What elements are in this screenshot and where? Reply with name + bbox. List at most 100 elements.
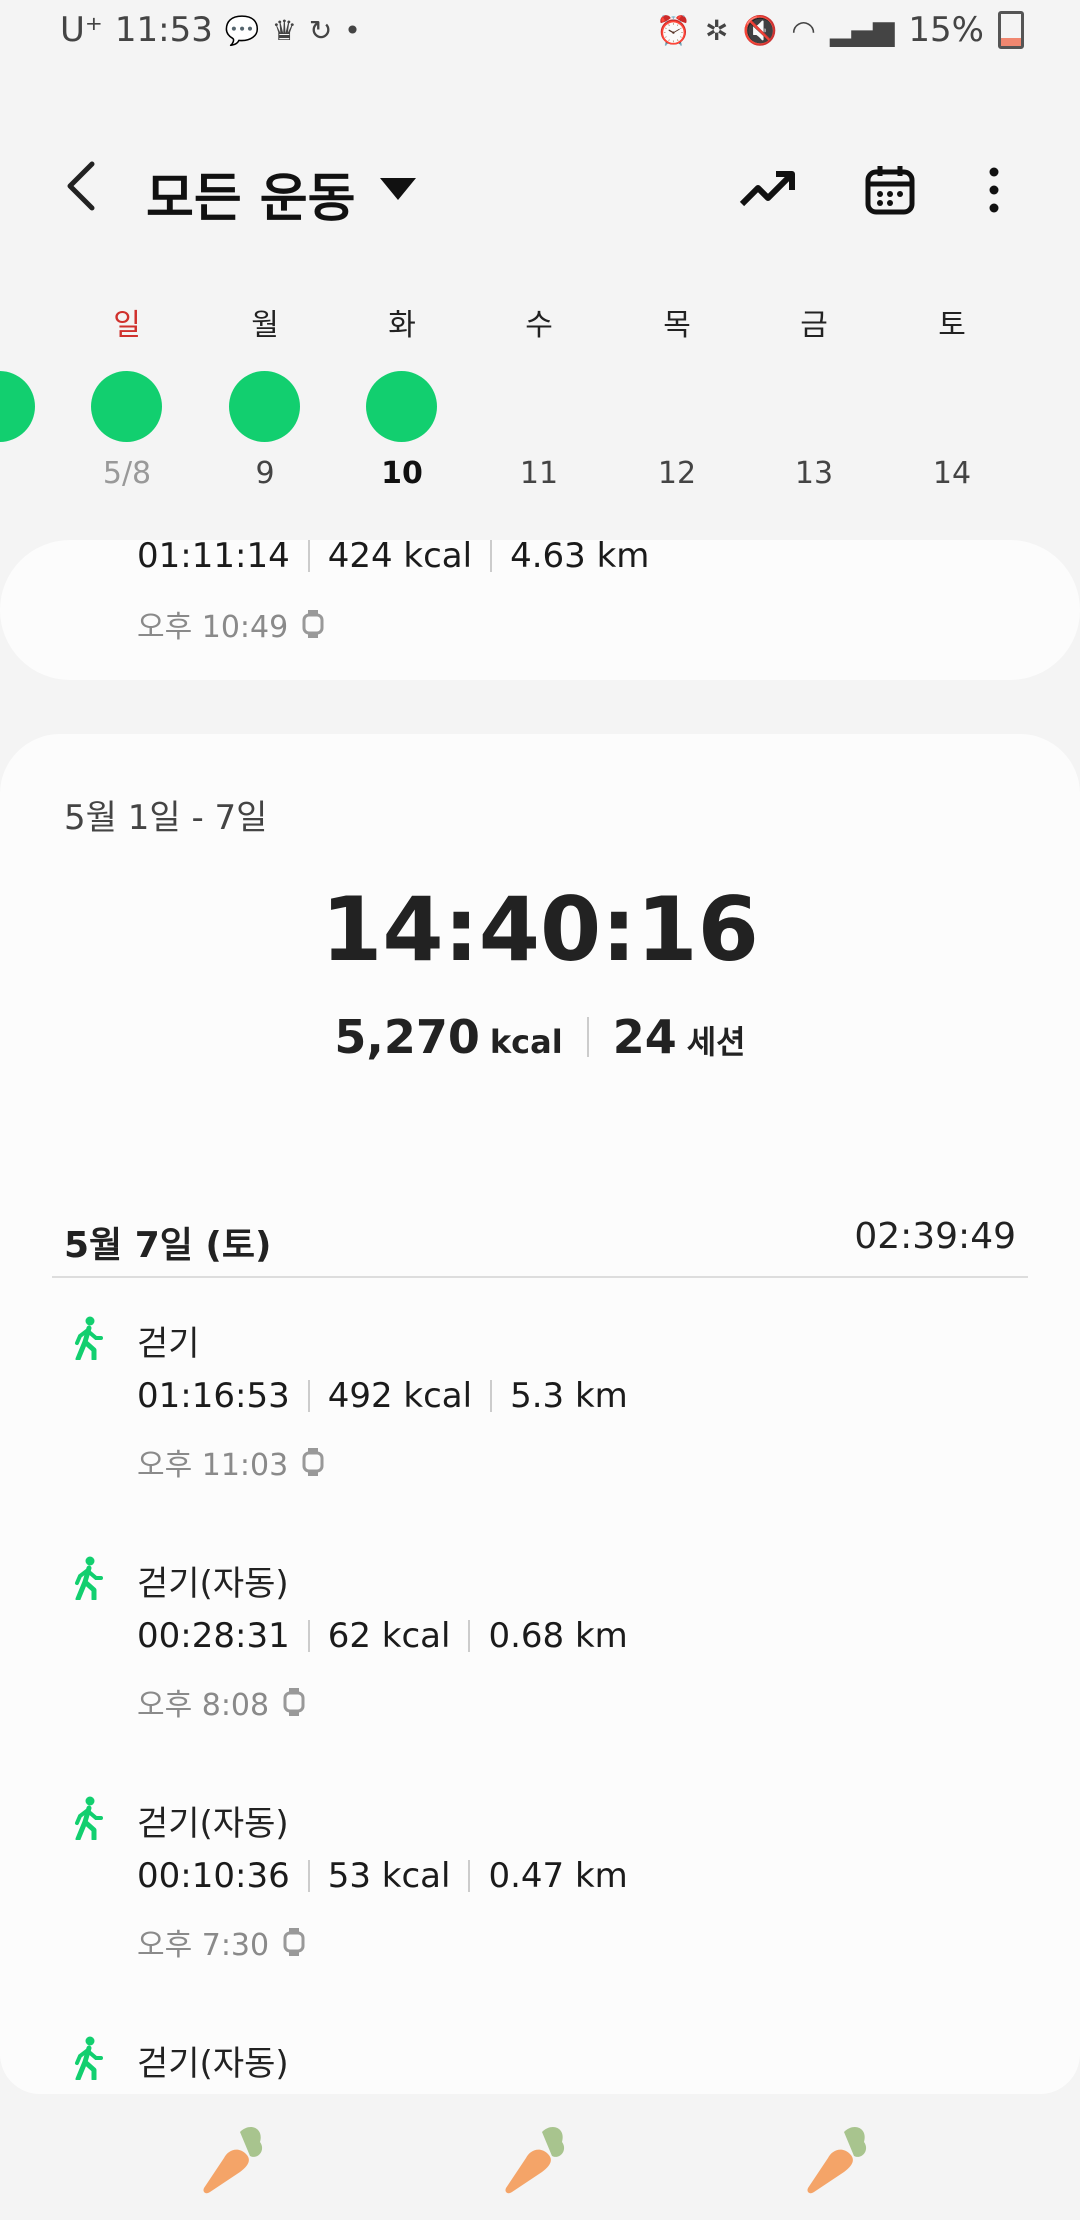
- entry-kcal: 492 kcal: [327, 1376, 473, 1416]
- day-group-total: 02:39:49: [854, 1216, 1016, 1257]
- entry-subline: 오후 10:49: [137, 602, 324, 646]
- entry-distance: 0.68 km: [488, 1616, 628, 1656]
- carrot-icon[interactable]: [496, 2120, 576, 2200]
- stat-separator: [490, 540, 493, 572]
- prev-day-dot[interactable]: [0, 371, 35, 442]
- entry-time: 오후 8:08: [137, 1688, 270, 1723]
- watch-icon: [302, 1448, 324, 1476]
- entry-duration: 00:28:31: [137, 1616, 290, 1656]
- entry-distance: 4.63 km: [510, 536, 650, 576]
- exercise-name: 걷기(자동): [137, 2044, 289, 2084]
- stat-separator: [307, 540, 310, 572]
- mute-icon: 🔇: [742, 13, 778, 47]
- entry-subline: 오후 7:30: [137, 1920, 305, 1964]
- carrier-label: U⁺: [60, 10, 103, 50]
- divider: [52, 1276, 1028, 1278]
- exercise-name: 걷기(자동): [137, 1564, 289, 1604]
- day-number[interactable]: 13: [764, 456, 864, 491]
- sync-icon: ↻: [308, 13, 333, 47]
- entry-distance: 0.47 km: [488, 1856, 628, 1896]
- walk-icon: [75, 1316, 103, 1360]
- day-number[interactable]: 14: [902, 456, 1002, 491]
- entry-distance: 5.3 km: [510, 1376, 628, 1416]
- day-activity-dot[interactable]: [229, 371, 300, 442]
- entry-kcal: 424 kcal: [327, 536, 473, 576]
- entry-kcal: 53 kcal: [327, 1856, 451, 1896]
- stat-separator: [307, 1620, 310, 1652]
- back-arrow-icon[interactable]: [58, 156, 108, 216]
- wifi-icon: ◠: [791, 13, 816, 47]
- weekday-label: 목: [663, 308, 691, 343]
- page-title[interactable]: 모든 운동: [146, 156, 355, 231]
- carrot-icon[interactable]: [194, 2120, 274, 2200]
- day-number-today[interactable]: 10: [352, 456, 452, 491]
- watch-icon: [283, 1928, 305, 1956]
- sessions-unit: 세션: [686, 1023, 746, 1061]
- weekday-label: 토: [938, 308, 966, 343]
- calendar-icon[interactable]: [860, 160, 920, 220]
- app-header: 모든 운동: [0, 140, 1080, 240]
- walk-icon: [75, 1556, 103, 1600]
- watch-icon: [302, 610, 324, 638]
- weekday-label: 일: [113, 308, 141, 343]
- entry-subline: 오후 11:03: [137, 1440, 324, 1484]
- entry-time: 오후 7:30: [137, 1928, 270, 1963]
- watch-icon: [283, 1688, 305, 1716]
- entry-duration: 01:16:53: [137, 1376, 290, 1416]
- walk-icon: [75, 2036, 103, 2080]
- carrot-icon[interactable]: [798, 2120, 878, 2200]
- day-number[interactable]: 9: [215, 456, 315, 491]
- total-duration: 14:40:16: [321, 878, 759, 981]
- stat-separator: [468, 1620, 471, 1652]
- stat-separator: [307, 1860, 310, 1892]
- crown-icon: ♛: [271, 13, 297, 47]
- entry-kcal: 62 kcal: [327, 1616, 451, 1656]
- entry-duration: 01:11:14: [137, 536, 290, 576]
- status-time: 11:53: [114, 10, 213, 50]
- stat-separator: [307, 1380, 310, 1412]
- entry-duration: 00:10:36: [137, 1856, 290, 1896]
- battery-percent: 15%: [908, 10, 984, 50]
- weekday-label: 화: [388, 308, 416, 343]
- battery-icon: [998, 11, 1024, 49]
- alarm-icon: ⏰: [656, 13, 692, 47]
- entry-stats: 00:28:31 62 kcal 0.68 km: [137, 1616, 628, 1656]
- weekly-totals: 5,270 kcal 24 세션: [0, 1010, 1080, 1064]
- total-kcal-unit: kcal: [489, 1023, 563, 1061]
- bluetooth-icon: ✲: [705, 13, 729, 47]
- total-kcal-value: 5,270: [334, 1010, 480, 1064]
- day-number[interactable]: 5/8: [77, 456, 177, 491]
- status-bar: U⁺ 11:53 💬 ♛ ↻ • ⏰ ✲ 🔇 ◠ ▂▄▆ 15%: [0, 0, 1080, 66]
- exercise-name: 걷기: [137, 1324, 200, 1364]
- entry-stats: 00:10:36 53 kcal 0.47 km: [137, 1856, 628, 1896]
- entry-time: 오후 11:03: [137, 1448, 289, 1483]
- weekday-label: 수: [525, 308, 553, 343]
- signal-icon: ▂▄▆: [829, 13, 895, 47]
- week-range: 5월 1일 - 7일: [64, 798, 268, 838]
- day-activity-dot[interactable]: [366, 371, 437, 442]
- entry-stats: 01:16:53 492 kcal 5.3 km: [137, 1376, 628, 1416]
- more-icon[interactable]: [964, 160, 1024, 220]
- day-activity-dot[interactable]: [91, 371, 162, 442]
- talk-icon: 💬: [224, 13, 260, 47]
- day-number[interactable]: 12: [627, 456, 727, 491]
- entry-stats: 01:11:14 424 kcal 4.63 km: [137, 536, 649, 576]
- trend-icon[interactable]: [738, 160, 798, 220]
- stat-separator: [468, 1860, 471, 1892]
- dot-icon: •: [344, 13, 361, 47]
- weekday-label: 금: [800, 308, 828, 343]
- weekday-label: 월: [251, 308, 279, 343]
- stat-separator: [490, 1380, 493, 1412]
- entry-time: 오후 10:49: [137, 610, 289, 645]
- entry-subline: 오후 8:08: [137, 1680, 305, 1724]
- dropdown-arrow-icon[interactable]: [380, 178, 416, 200]
- bottom-navigation: [0, 2094, 1080, 2220]
- day-number[interactable]: 11: [489, 456, 589, 491]
- walk-icon: [75, 1796, 103, 1840]
- status-left: U⁺ 11:53 💬 ♛ ↻ •: [60, 10, 361, 50]
- day-group-label: 5월 7일 (토): [64, 1225, 272, 1266]
- sessions-value: 24: [612, 1010, 677, 1064]
- status-right: ⏰ ✲ 🔇 ◠ ▂▄▆ 15%: [656, 10, 1024, 50]
- stat-separator: [586, 1017, 589, 1057]
- exercise-name: 걷기(자동): [137, 1804, 289, 1844]
